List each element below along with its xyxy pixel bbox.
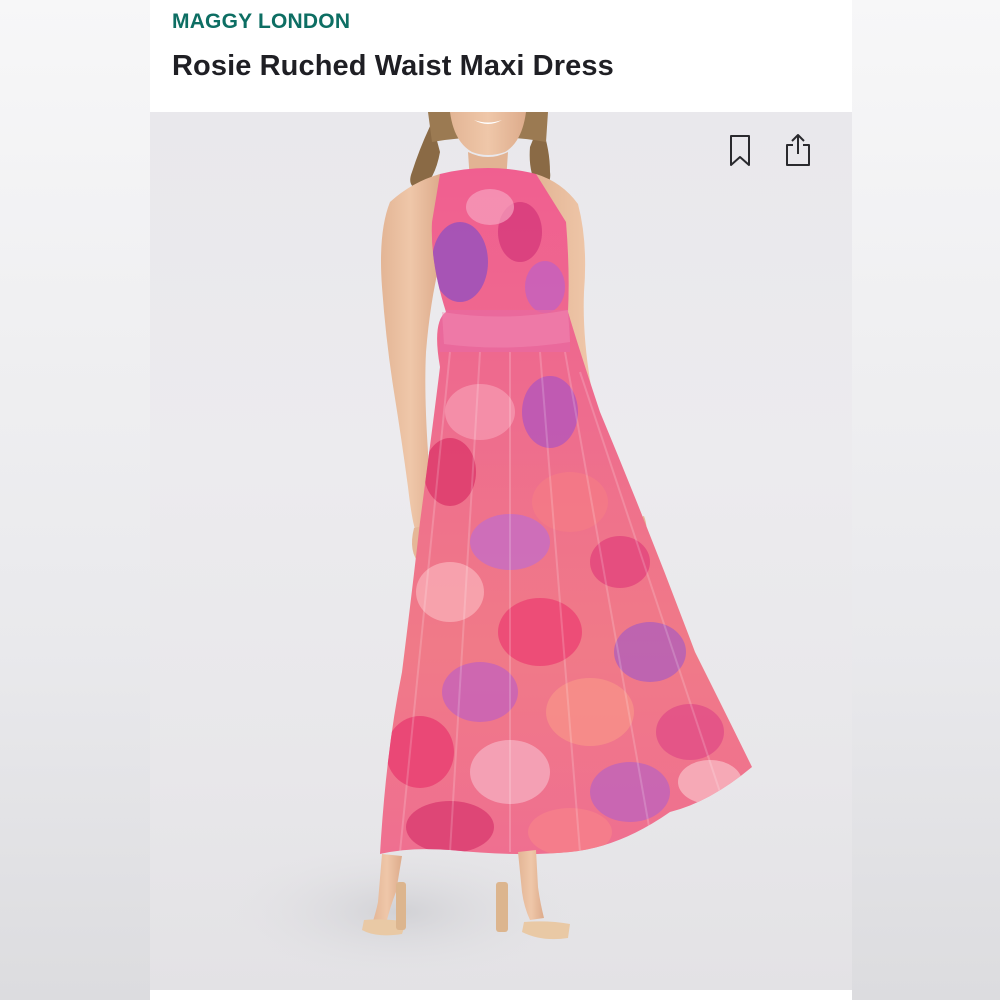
- bookmark-icon[interactable]: [728, 134, 764, 174]
- share-icon[interactable]: [784, 132, 820, 172]
- product-title: Rosie Ruched Waist Maxi Dress: [172, 50, 614, 82]
- product-image[interactable]: [150, 112, 852, 990]
- model-wearing-dress: [210, 112, 752, 987]
- left-background: [0, 0, 150, 1000]
- brand-name[interactable]: MAGGY LONDON: [172, 10, 350, 34]
- product-card: MAGGY LONDON Rosie Ruched Waist Maxi Dre…: [150, 0, 852, 1000]
- product-header: MAGGY LONDON Rosie Ruched Waist Maxi Dre…: [150, 0, 852, 112]
- right-background: [852, 0, 1000, 1000]
